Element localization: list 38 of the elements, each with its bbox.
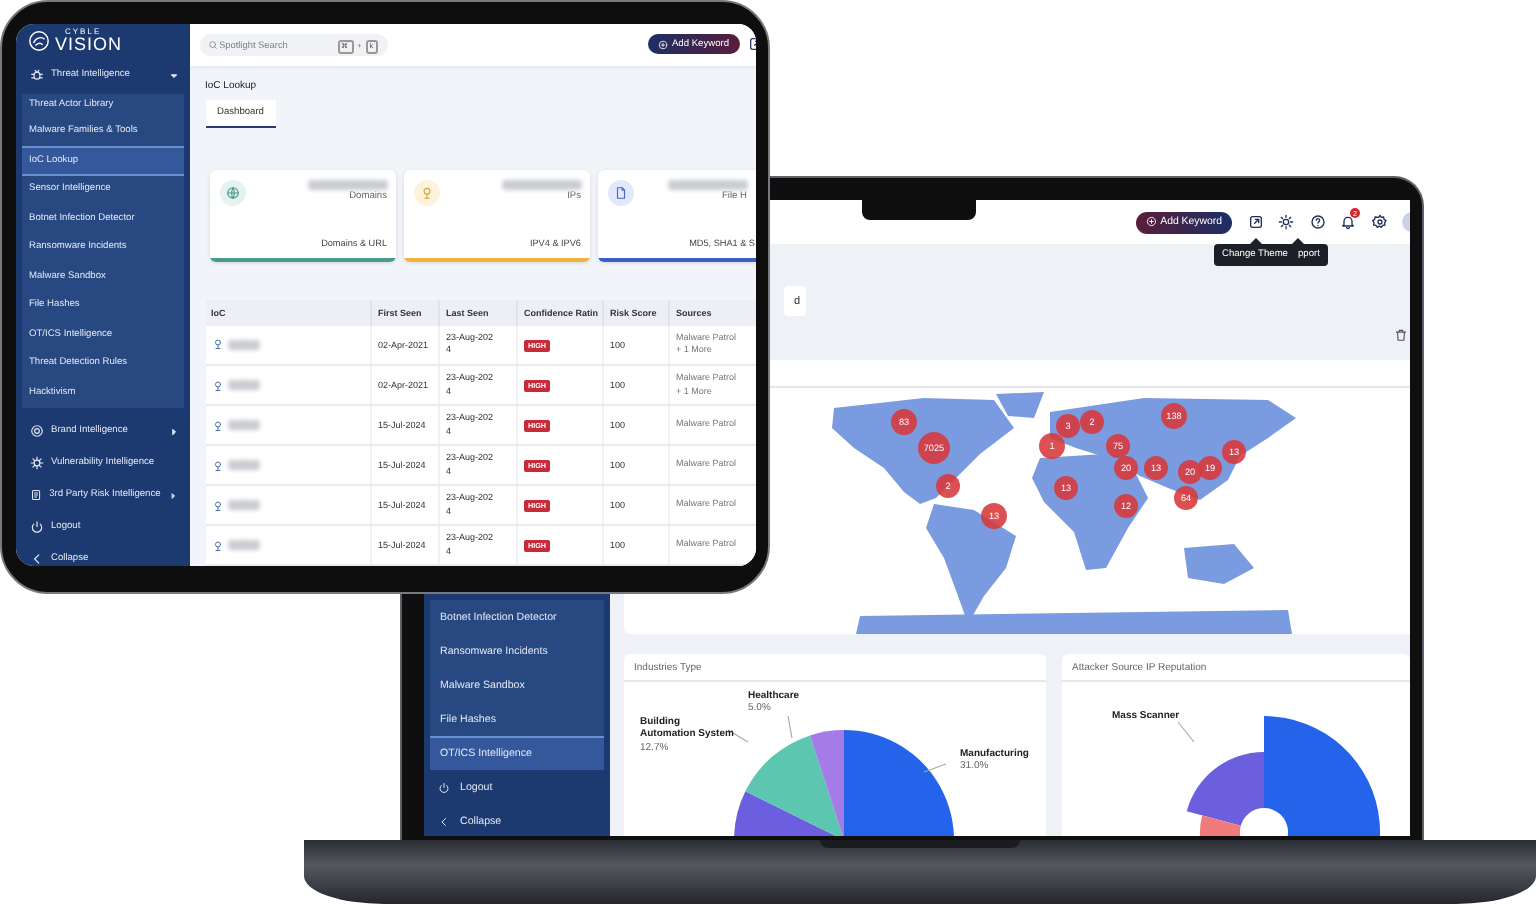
redacted-value bbox=[227, 380, 259, 390]
redacted-value bbox=[667, 179, 747, 189]
bell-icon[interactable] bbox=[1340, 214, 1356, 230]
plus-circle-icon bbox=[1145, 216, 1157, 228]
power-icon bbox=[29, 520, 43, 534]
search-icon bbox=[207, 39, 217, 49]
redacted-value bbox=[227, 340, 259, 349]
redacted-value bbox=[501, 179, 581, 189]
document-icon bbox=[29, 488, 42, 502]
trash-icon[interactable] bbox=[1394, 328, 1408, 342]
plus-circle-icon bbox=[657, 39, 668, 49]
chevron-left-icon bbox=[29, 552, 43, 565]
leader-line bbox=[1177, 721, 1195, 743]
camera-notch bbox=[862, 200, 976, 220]
pin-icon bbox=[211, 379, 223, 391]
chevron-left-icon bbox=[438, 815, 450, 827]
logo-icon bbox=[27, 30, 49, 52]
pin-icon bbox=[211, 539, 223, 551]
redacted-value bbox=[227, 460, 259, 470]
redacted-value bbox=[227, 420, 259, 430]
export-icon[interactable] bbox=[1247, 214, 1263, 230]
virus-icon bbox=[29, 456, 43, 470]
redacted-value bbox=[227, 540, 259, 550]
redacted-value bbox=[227, 500, 259, 510]
settings-icon[interactable] bbox=[1371, 214, 1387, 230]
globe-icon bbox=[225, 185, 239, 199]
pin-icon bbox=[211, 499, 223, 511]
pin-icon bbox=[211, 338, 223, 351]
target-icon bbox=[29, 424, 43, 438]
sun-icon[interactable] bbox=[1278, 214, 1294, 230]
file-icon bbox=[613, 185, 627, 199]
bug-icon bbox=[29, 68, 43, 82]
redacted-value bbox=[307, 179, 387, 189]
pin-icon bbox=[211, 419, 223, 431]
pin-icon bbox=[211, 459, 223, 471]
help-icon[interactable] bbox=[1309, 214, 1325, 230]
pin-icon bbox=[419, 185, 433, 199]
power-icon bbox=[438, 781, 450, 793]
